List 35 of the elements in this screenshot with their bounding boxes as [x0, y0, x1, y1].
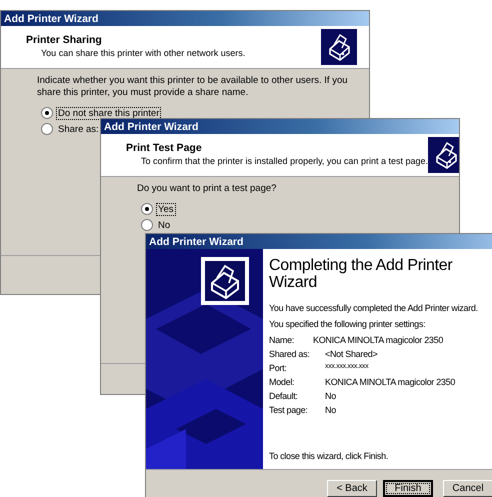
prompt-text: Indicate whether you want this printer to be available to other users. If you share this printer, you must provide a share name. — [37, 75, 349, 99]
setting-label: Port: — [269, 363, 288, 373]
closing-text: To close this wizard, click Finish. — [269, 451, 390, 461]
setting-value: No — [325, 391, 336, 401]
radio-label[interactable]: Share as: — [56, 122, 101, 136]
intro-text: You have successfully completed the Add Printer wizard. — [269, 303, 479, 313]
setting-value: No — [325, 405, 336, 415]
page-heading: Printer Sharing — [26, 34, 103, 46]
page-subtitle: You can share this printer with other network users. — [40, 48, 246, 58]
prompt-text: Do you want to print a test page? — [137, 183, 278, 195]
setting-label: Shared as: — [269, 349, 311, 359]
setting-value: KONICA MINOLTA magicolor 2350 — [325, 377, 456, 387]
setting-label: Name: — [269, 335, 296, 345]
radio-label[interactable]: No — [156, 218, 172, 232]
printer-icon — [321, 29, 357, 65]
window-title: Add Printer Wizard — [149, 236, 244, 248]
wizard-button[interactable]: Finish — [383, 480, 433, 497]
radio-button[interactable] — [141, 203, 153, 215]
wizard-button[interactable]: < Back — [327, 480, 377, 497]
radio-button[interactable] — [141, 219, 153, 231]
page-subtitle: To confirm that the printer is installed properly, you can print a test page. — [140, 156, 428, 166]
window-title: Add Printer Wizard — [104, 120, 198, 132]
page-heading: Print Test Page — [126, 142, 203, 154]
radio-button[interactable] — [41, 123, 53, 135]
radio-label[interactable]: Yes — [156, 202, 176, 216]
setting-value: <Not Shared> — [325, 349, 378, 359]
setting-label: Test page: — [269, 405, 309, 415]
wizard-button[interactable]: Cancel — [443, 480, 492, 497]
page-heading: Completing the Add Printer Wizard — [269, 257, 454, 291]
setting-label: Default: — [269, 391, 299, 401]
settings-caption: You specified the following printer settings: — [269, 319, 426, 329]
window-title: Add Printer Wizard — [4, 12, 98, 24]
radio-button[interactable] — [41, 107, 53, 119]
setting-label: Model: — [269, 377, 296, 387]
setting-value: KONICA MINOLTA magicolor 2350 — [313, 335, 444, 345]
